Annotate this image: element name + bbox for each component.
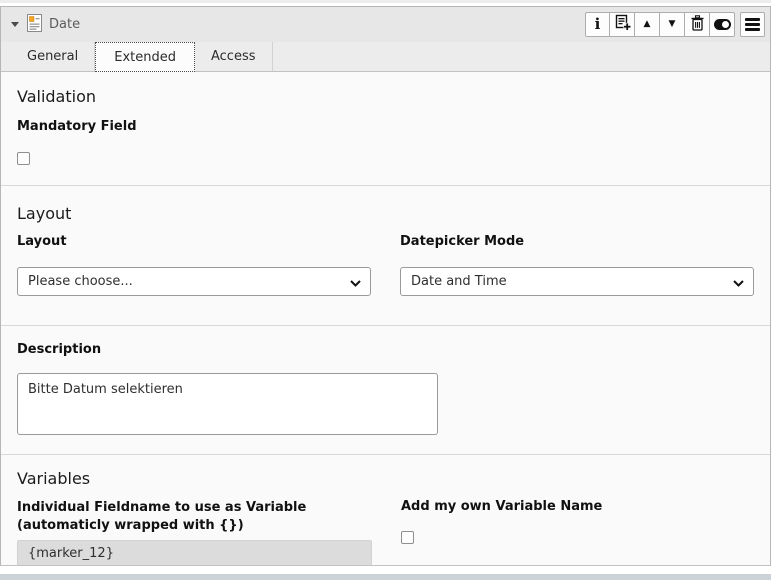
fieldname-label-line2: (automaticly wrapped with {}) — [17, 517, 372, 535]
duplicate-icon — [614, 14, 631, 35]
form-field-icon — [27, 14, 42, 36]
trash-icon — [690, 15, 705, 35]
arrow-up-icon: ▲ — [644, 20, 651, 29]
add-own-variable-checkbox[interactable] — [401, 531, 414, 544]
move-up-button[interactable]: ▲ — [635, 12, 660, 37]
validation-heading: Validation — [17, 87, 754, 106]
section-validation: Validation Mandatory Field — [17, 72, 754, 185]
tab-access[interactable]: Access — [195, 42, 273, 71]
arrow-down-icon: ▼ — [669, 20, 676, 29]
tab-extended[interactable]: Extended — [95, 42, 195, 72]
tab-general[interactable]: General — [11, 42, 95, 71]
panel-header: Date i — [1, 7, 770, 42]
info-button[interactable]: i — [585, 12, 610, 37]
info-icon: i — [595, 17, 601, 32]
add-own-variable-label: Add my own Variable Name — [401, 499, 754, 515]
duplicate-button[interactable] — [610, 12, 635, 37]
tab-bar: General Extended Access — [1, 42, 770, 72]
chevron-down-icon — [350, 272, 361, 291]
collapse-caret-icon[interactable] — [11, 22, 19, 27]
hamburger-menu-icon — [745, 18, 760, 31]
section-description: Description Bitte Datum selektieren — [17, 326, 754, 454]
datepicker-select-value: Date and Time — [411, 274, 733, 289]
description-label: Description — [17, 342, 754, 358]
panel-toolbar: i — [585, 12, 765, 37]
layout-select[interactable]: Please choose... — [17, 267, 371, 296]
page-bottom-strip — [0, 574, 771, 580]
move-down-button[interactable]: ▼ — [660, 12, 685, 37]
toggle-on-icon — [714, 19, 731, 30]
toggle-visibility-button[interactable] — [710, 12, 735, 37]
tab-label: Extended — [114, 50, 176, 65]
datepicker-mode-label: Datepicker Mode — [400, 234, 754, 250]
fieldname-variable-input[interactable] — [17, 540, 372, 566]
variables-heading: Variables — [17, 469, 754, 488]
tab-label: Access — [211, 49, 256, 64]
fieldname-label: Individual Fieldname to use as Variable … — [17, 499, 372, 535]
tab-content-extended: Validation Mandatory Field Layout Layout… — [1, 72, 770, 566]
mandatory-field-checkbox[interactable] — [17, 152, 30, 165]
section-variables: Variables Individual Fieldname to use as… — [17, 455, 754, 566]
menu-button[interactable] — [740, 12, 765, 37]
layout-field-label: Layout — [17, 234, 371, 250]
section-layout: Layout Layout Please choose... Datepicke… — [17, 186, 754, 325]
tab-label: General — [27, 49, 78, 64]
layout-heading: Layout — [17, 204, 754, 223]
form-field-panel: Date i — [0, 6, 771, 566]
toolbar-button-group: i — [585, 12, 735, 37]
delete-button[interactable] — [685, 12, 710, 37]
panel-title: Date — [49, 17, 80, 32]
fieldname-label-line1: Individual Fieldname to use as Variable — [17, 499, 372, 517]
description-textarea[interactable]: Bitte Datum selektieren — [17, 373, 438, 435]
mandatory-field-label: Mandatory Field — [17, 119, 754, 135]
layout-select-value: Please choose... — [28, 274, 350, 289]
datepicker-mode-select[interactable]: Date and Time — [400, 267, 754, 296]
chevron-down-icon — [733, 272, 744, 291]
